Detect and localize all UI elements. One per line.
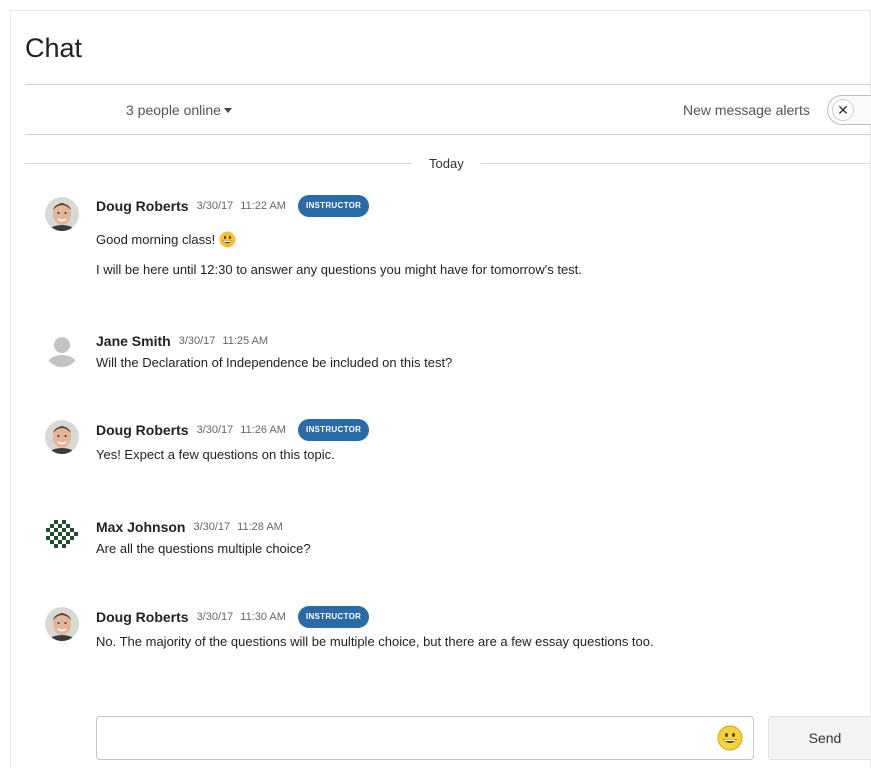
send-button[interactable]: Send bbox=[768, 716, 871, 760]
grinning-emoji-icon bbox=[219, 231, 236, 248]
instructor-badge: INSTRUCTOR bbox=[297, 606, 370, 628]
date-divider-line bbox=[481, 163, 870, 164]
avatar bbox=[45, 420, 79, 454]
message-date: 3/30/17 bbox=[196, 611, 234, 623]
message-composer bbox=[96, 716, 754, 760]
message-date: 3/30/17 bbox=[193, 521, 231, 533]
sender-name[interactable]: Doug Roberts bbox=[96, 609, 189, 625]
sender-name[interactable]: Doug Roberts bbox=[96, 198, 189, 214]
message-time: 11:28 AM bbox=[237, 521, 283, 533]
date-divider-line bbox=[25, 163, 412, 164]
smiley-icon[interactable] bbox=[717, 725, 743, 751]
instructor-badge: INSTRUCTOR bbox=[297, 419, 370, 441]
new-message-alerts-toggle[interactable]: ✕ bbox=[827, 95, 871, 125]
message-input[interactable] bbox=[105, 723, 695, 753]
avatar bbox=[45, 197, 79, 231]
people-online-dropdown[interactable]: 3 people online bbox=[126, 102, 232, 118]
avatar bbox=[45, 517, 79, 551]
instructor-badge: INSTRUCTOR bbox=[297, 195, 370, 217]
message-date: 3/30/17 bbox=[178, 335, 216, 347]
message-text: Good morning class! bbox=[96, 231, 236, 248]
new-message-alerts-label: New message alerts bbox=[683, 102, 810, 118]
people-online-label: 3 people online bbox=[126, 102, 221, 118]
page-title: Chat bbox=[25, 33, 83, 63]
message-header: Doug Roberts 3/30/17 11:30 AM INSTRUCTOR bbox=[96, 605, 370, 629]
avatar bbox=[45, 607, 79, 641]
header-divider bbox=[25, 84, 870, 85]
message-time: 11:26 AM bbox=[240, 424, 286, 436]
chat-panel: Chat 3 people online New message alerts … bbox=[10, 10, 871, 768]
toolbar-divider bbox=[25, 134, 870, 135]
message-header: Max Johnson 3/30/17 11:28 AM bbox=[96, 517, 283, 537]
message-date: 3/30/17 bbox=[196, 200, 234, 212]
message-header: Doug Roberts 3/30/17 11:22 AM INSTRUCTOR bbox=[96, 194, 370, 218]
message-text: Will the Declaration of Independence be … bbox=[96, 355, 453, 370]
message-date: 3/30/17 bbox=[196, 424, 234, 436]
message-text: I will be here until 12:30 to answer any… bbox=[96, 262, 582, 277]
message-line: Good morning class! bbox=[96, 232, 216, 247]
sender-name[interactable]: Max Johnson bbox=[96, 519, 185, 535]
message-text: Are all the questions multiple choice? bbox=[96, 541, 311, 556]
message-header: Jane Smith 3/30/17 11:25 AM bbox=[96, 331, 268, 351]
date-divider: Today bbox=[25, 156, 870, 171]
message-time: 11:30 AM bbox=[240, 611, 286, 623]
message-header: Doug Roberts 3/30/17 11:26 AM INSTRUCTOR bbox=[96, 418, 370, 442]
message-text: No. The majority of the questions will b… bbox=[96, 634, 654, 649]
sender-name[interactable]: Jane Smith bbox=[96, 333, 171, 349]
message-time: 11:22 AM bbox=[240, 200, 286, 212]
message-time: 11:25 AM bbox=[222, 335, 269, 347]
close-icon: ✕ bbox=[832, 99, 854, 121]
caret-down-icon bbox=[223, 107, 232, 113]
sender-name[interactable]: Doug Roberts bbox=[96, 422, 189, 438]
avatar bbox=[45, 333, 79, 367]
date-divider-label: Today bbox=[429, 156, 464, 171]
message-text: Yes! Expect a few questions on this topi… bbox=[96, 447, 335, 462]
